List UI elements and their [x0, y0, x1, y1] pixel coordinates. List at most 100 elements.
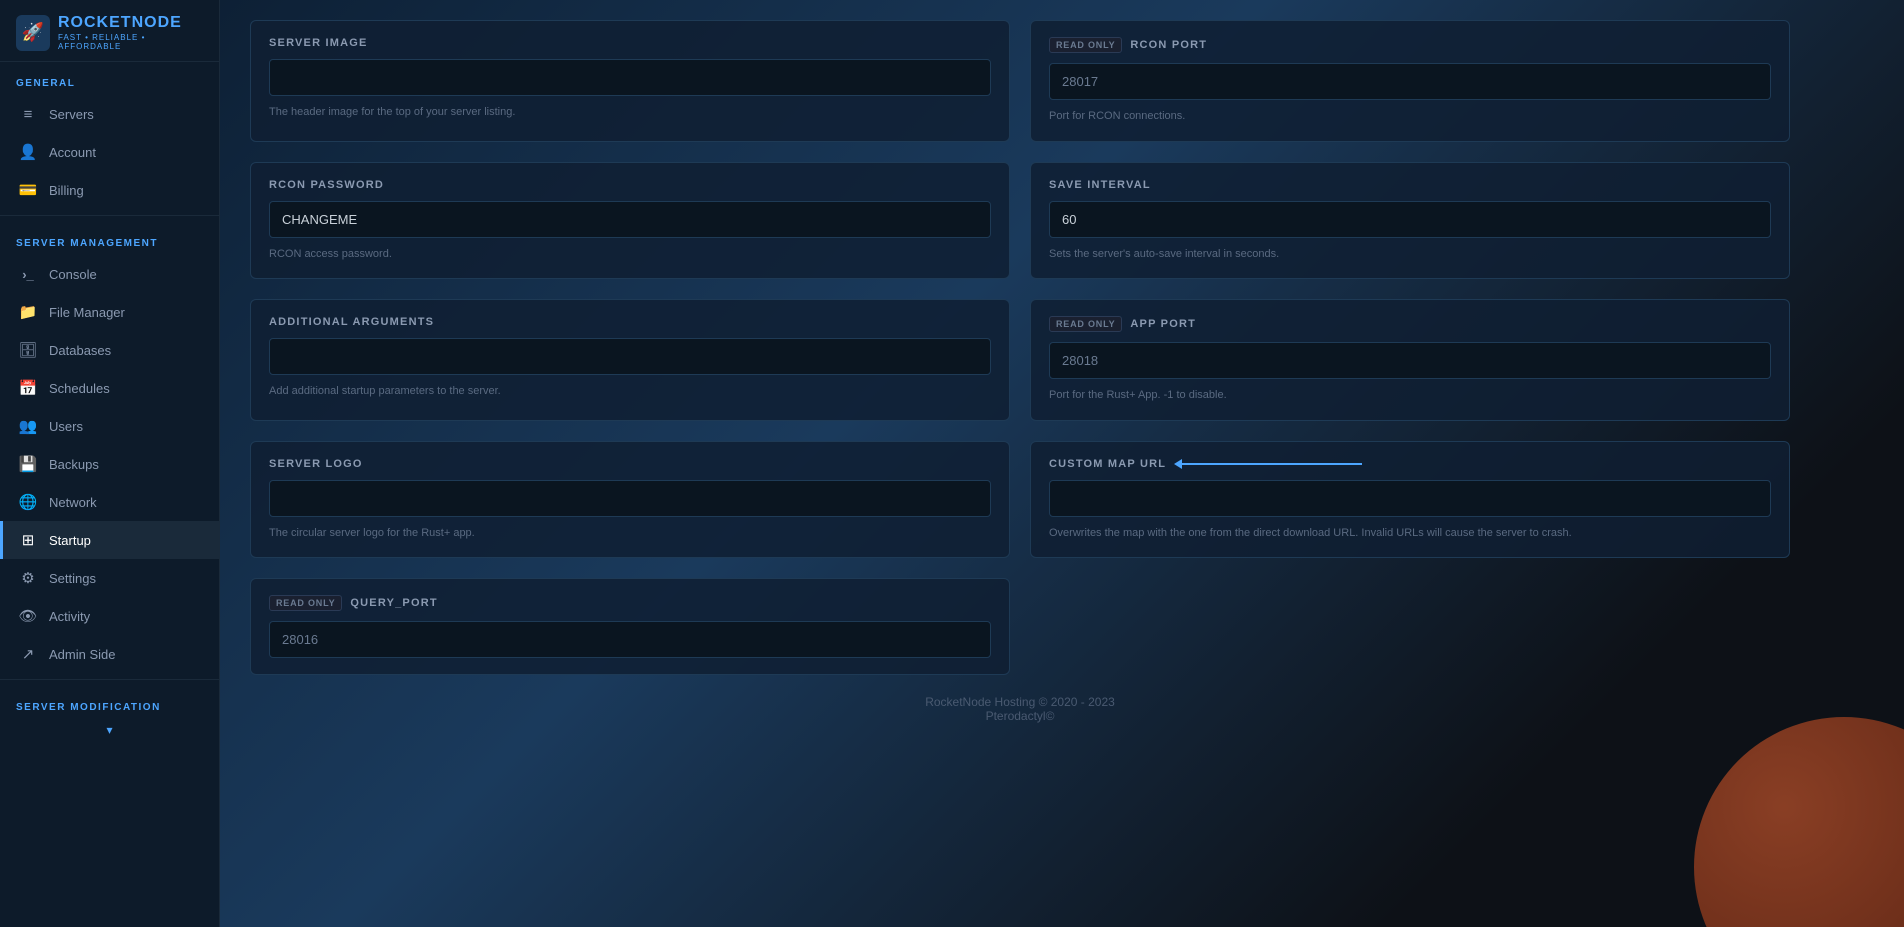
- sidebar-item-console[interactable]: ›_ Console: [0, 255, 219, 293]
- input-app-port[interactable]: [1049, 342, 1771, 379]
- field-label-app-port: READ ONLY APP PORT: [1049, 316, 1771, 332]
- sidebar-item-activity[interactable]: 👁 Activity: [0, 597, 219, 635]
- sidebar-label-startup: Startup: [49, 533, 91, 548]
- input-server-image[interactable]: [269, 59, 991, 96]
- footer: RocketNode Hosting © 2020 - 2023 Pteroda…: [250, 675, 1790, 743]
- sidebar-item-backups[interactable]: 💾 Backups: [0, 445, 219, 483]
- users-icon: 👥: [19, 417, 37, 435]
- account-icon: 👤: [19, 143, 37, 161]
- logo-area: 🚀 ROCKETNODE FAST • RELIABLE • AFFORDABL…: [0, 0, 219, 62]
- sidebar-label-activity: Activity: [49, 609, 90, 624]
- databases-icon: 🗄: [19, 341, 37, 359]
- sidebar-item-users[interactable]: 👥 Users: [0, 407, 219, 445]
- badge-readonly-rcon-port: READ ONLY: [1049, 37, 1122, 53]
- admin-side-icon: ↗: [19, 645, 37, 663]
- sidebar: 🚀 ROCKETNODE FAST • RELIABLE • AFFORDABL…: [0, 0, 220, 927]
- sidebar-label-schedules: Schedules: [49, 381, 110, 396]
- server-management-label: SERVER MANAGEMENT: [0, 222, 219, 255]
- logo-name: ROCKETNODE FAST • RELIABLE • AFFORDABLE: [58, 14, 203, 51]
- field-label-save-interval: SAVE INTERVAL: [1049, 179, 1771, 191]
- sidebar-label-servers: Servers: [49, 107, 94, 122]
- sidebar-divider-2: [0, 679, 219, 680]
- sidebar-divider-1: [0, 215, 219, 216]
- footer-line2: Pterodactyl©: [270, 709, 1770, 723]
- desc-app-port: Port for the Rust+ App. -1 to disable.: [1049, 387, 1771, 404]
- field-custom-map-url: CUSTOM MAP URL Overwrites the map with t…: [1030, 441, 1790, 559]
- activity-icon: 👁: [19, 607, 37, 625]
- badge-readonly-query-port: READ ONLY: [269, 595, 342, 611]
- input-save-interval[interactable]: [1049, 201, 1771, 238]
- sidebar-label-settings: Settings: [49, 571, 96, 586]
- sidebar-label-databases: Databases: [49, 343, 111, 358]
- sidebar-label-file-manager: File Manager: [49, 305, 125, 320]
- schedules-icon: 📅: [19, 379, 37, 397]
- field-server-image: SERVER IMAGE The header image for the to…: [250, 20, 1010, 142]
- sidebar-item-account[interactable]: 👤 Account: [0, 133, 219, 171]
- servers-icon: ≡: [19, 105, 37, 123]
- sidebar-item-admin-side[interactable]: ↗ Admin Side: [0, 635, 219, 673]
- field-label-server-image: SERVER IMAGE: [269, 37, 991, 49]
- sidebar-label-account: Account: [49, 145, 96, 160]
- sidebar-label-console: Console: [49, 267, 97, 282]
- sidebar-item-settings[interactable]: ⚙ Settings: [0, 559, 219, 597]
- field-label-additional-arguments: ADDITIONAL ARGUMENTS: [269, 316, 991, 328]
- field-rcon-port: READ ONLY RCON PORT Port for RCON connec…: [1030, 20, 1790, 142]
- sidebar-item-schedules[interactable]: 📅 Schedules: [0, 369, 219, 407]
- input-rcon-port[interactable]: [1049, 63, 1771, 100]
- sidebar-item-servers[interactable]: ≡ Servers: [0, 95, 219, 133]
- empty-cell: [1030, 578, 1790, 675]
- footer-line1: RocketNode Hosting © 2020 - 2023: [270, 695, 1770, 709]
- fields-grid: SERVER IMAGE The header image for the to…: [250, 20, 1790, 675]
- startup-icon: ⊞: [19, 531, 37, 549]
- field-server-logo: SERVER LOGO The circular server logo for…: [250, 441, 1010, 559]
- sidebar-item-billing[interactable]: 💳 Billing: [0, 171, 219, 209]
- backups-icon: 💾: [19, 455, 37, 473]
- field-label-query-port: READ ONLY QUERY_PORT: [269, 595, 991, 611]
- desc-save-interval: Sets the server's auto-save interval in …: [1049, 246, 1771, 263]
- main-content: SERVER IMAGE The header image for the to…: [220, 0, 1904, 927]
- field-rcon-password: RCON PASSWORD RCON access password.: [250, 162, 1010, 280]
- desc-rcon-password: RCON access password.: [269, 246, 991, 263]
- badge-readonly-app-port: READ ONLY: [1049, 316, 1122, 332]
- general-section-label: GENERAL: [0, 62, 219, 95]
- field-save-interval: SAVE INTERVAL Sets the server's auto-sav…: [1030, 162, 1790, 280]
- server-modification-label: SERVER MODIFICATION: [0, 686, 219, 719]
- logo-icon: 🚀: [16, 15, 50, 51]
- sidebar-item-network[interactable]: 🌐 Network: [0, 483, 219, 521]
- billing-icon: 💳: [19, 181, 37, 199]
- console-icon: ›_: [19, 265, 37, 283]
- sidebar-item-file-manager[interactable]: 📁 File Manager: [0, 293, 219, 331]
- desc-server-logo: The circular server logo for the Rust+ a…: [269, 525, 991, 542]
- settings-icon: ⚙: [19, 569, 37, 587]
- logo-rocket: ROCKET: [58, 14, 132, 31]
- field-label-rcon-port: READ ONLY RCON PORT: [1049, 37, 1771, 53]
- desc-rcon-port: Port for RCON connections.: [1049, 108, 1771, 125]
- file-manager-icon: 📁: [19, 303, 37, 321]
- input-server-logo[interactable]: [269, 480, 991, 517]
- sidebar-label-backups: Backups: [49, 457, 99, 472]
- input-custom-map-url[interactable]: [1049, 480, 1771, 517]
- sidebar-label-admin-side: Admin Side: [49, 647, 115, 662]
- field-label-custom-map-url: CUSTOM MAP URL: [1049, 458, 1771, 470]
- sidebar-label-billing: Billing: [49, 183, 84, 198]
- sidebar-item-databases[interactable]: 🗄 Databases: [0, 331, 219, 369]
- input-query-port[interactable]: [269, 621, 991, 658]
- sidebar-label-users: Users: [49, 419, 83, 434]
- sidebar-item-startup[interactable]: ⊞ Startup: [0, 521, 219, 559]
- network-icon: 🌐: [19, 493, 37, 511]
- logo-subtitle: FAST • RELIABLE • AFFORDABLE: [58, 33, 203, 51]
- desc-server-image: The header image for the top of your ser…: [269, 104, 991, 121]
- desc-additional-arguments: Add additional startup parameters to the…: [269, 383, 991, 400]
- logo-node: NODE: [132, 14, 182, 31]
- input-rcon-password[interactable]: [269, 201, 991, 238]
- content-area: SERVER IMAGE The header image for the to…: [220, 0, 1820, 783]
- field-label-rcon-password: RCON PASSWORD: [269, 179, 991, 191]
- logo-main-text: ROCKETNODE: [58, 14, 203, 32]
- field-app-port: READ ONLY APP PORT Port for the Rust+ Ap…: [1030, 299, 1790, 421]
- input-additional-arguments[interactable]: [269, 338, 991, 375]
- sidebar-label-network: Network: [49, 495, 97, 510]
- desc-custom-map-url: Overwrites the map with the one from the…: [1049, 525, 1771, 542]
- field-label-server-logo: SERVER LOGO: [269, 458, 991, 470]
- scroll-down-indicator: ▾: [0, 719, 219, 741]
- field-query-port: READ ONLY QUERY_PORT: [250, 578, 1010, 675]
